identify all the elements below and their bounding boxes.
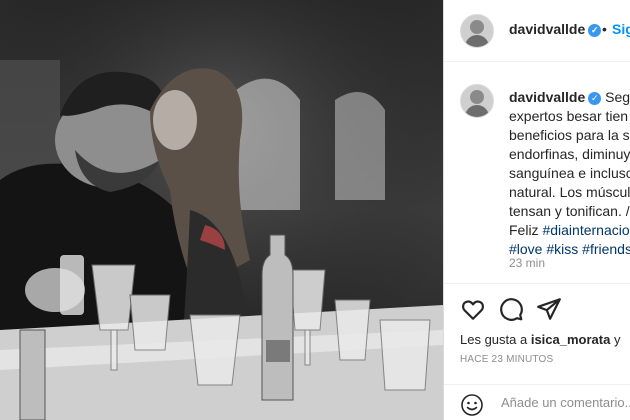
caption: davidvallde✓ Segú expertos besar tien be… <box>509 88 630 259</box>
caption-time: 23 min <box>509 256 546 270</box>
paper-plane-icon[interactable] <box>536 296 562 322</box>
post-header: davidvallde✓ • Sig <box>444 0 630 62</box>
author-username[interactable]: davidvallde <box>509 21 585 37</box>
caption-line-6: natural. Los múscul <box>509 184 630 200</box>
caption-line-7: tensan y tonifican. / <box>509 203 630 219</box>
follow-button[interactable]: Sig <box>612 21 630 37</box>
comment-bubble-icon[interactable] <box>498 296 524 322</box>
caption-line-4: endorfinas, diminuy <box>509 146 630 162</box>
kiss-photo <box>0 0 443 420</box>
author-avatar[interactable] <box>460 14 494 48</box>
likes-summary: Les gusta a isica_morata y <box>460 332 621 347</box>
post-timestamp[interactable]: HACE 23 MINUTOS <box>460 354 553 365</box>
caption-line-1: davidvallde✓ Segú <box>509 89 630 105</box>
liker-username[interactable]: isica_morata <box>531 332 611 347</box>
smiley-emoji-icon[interactable] <box>460 393 484 417</box>
post-side-panel: davidvallde✓ • Sig davidvallde✓ Segú exp… <box>443 0 630 420</box>
hashtag-link[interactable]: #friends <box>582 241 630 257</box>
hashtag-link[interactable]: #kiss <box>546 241 578 257</box>
caption-line-5: sanguínea e inclusc <box>509 165 630 181</box>
verified-badge-icon: ✓ <box>588 92 602 105</box>
caption-line-8: Feliz #diainternacio <box>509 222 630 238</box>
separator-dot: • <box>602 21 607 37</box>
verified-badge-icon: ✓ <box>588 24 602 37</box>
caption-line-2: expertos besar tien <box>509 108 629 124</box>
author-username-row[interactable]: davidvallde ✓ <box>509 21 602 37</box>
hashtag-link[interactable]: #love <box>509 241 542 257</box>
comment-bar <box>444 384 630 420</box>
hashtag-link[interactable]: #diainternacio <box>542 222 629 238</box>
caption-line-3: beneficios para la s <box>509 127 630 143</box>
post-photo[interactable] <box>0 0 443 420</box>
caption-author-username[interactable]: davidvallde <box>509 89 585 105</box>
comment-input[interactable] <box>501 395 630 410</box>
caption-author-avatar[interactable] <box>460 84 494 118</box>
post-actions: Les gusta a isica_morata y HACE 23 MINUT… <box>444 283 630 420</box>
heart-icon[interactable] <box>460 296 486 322</box>
